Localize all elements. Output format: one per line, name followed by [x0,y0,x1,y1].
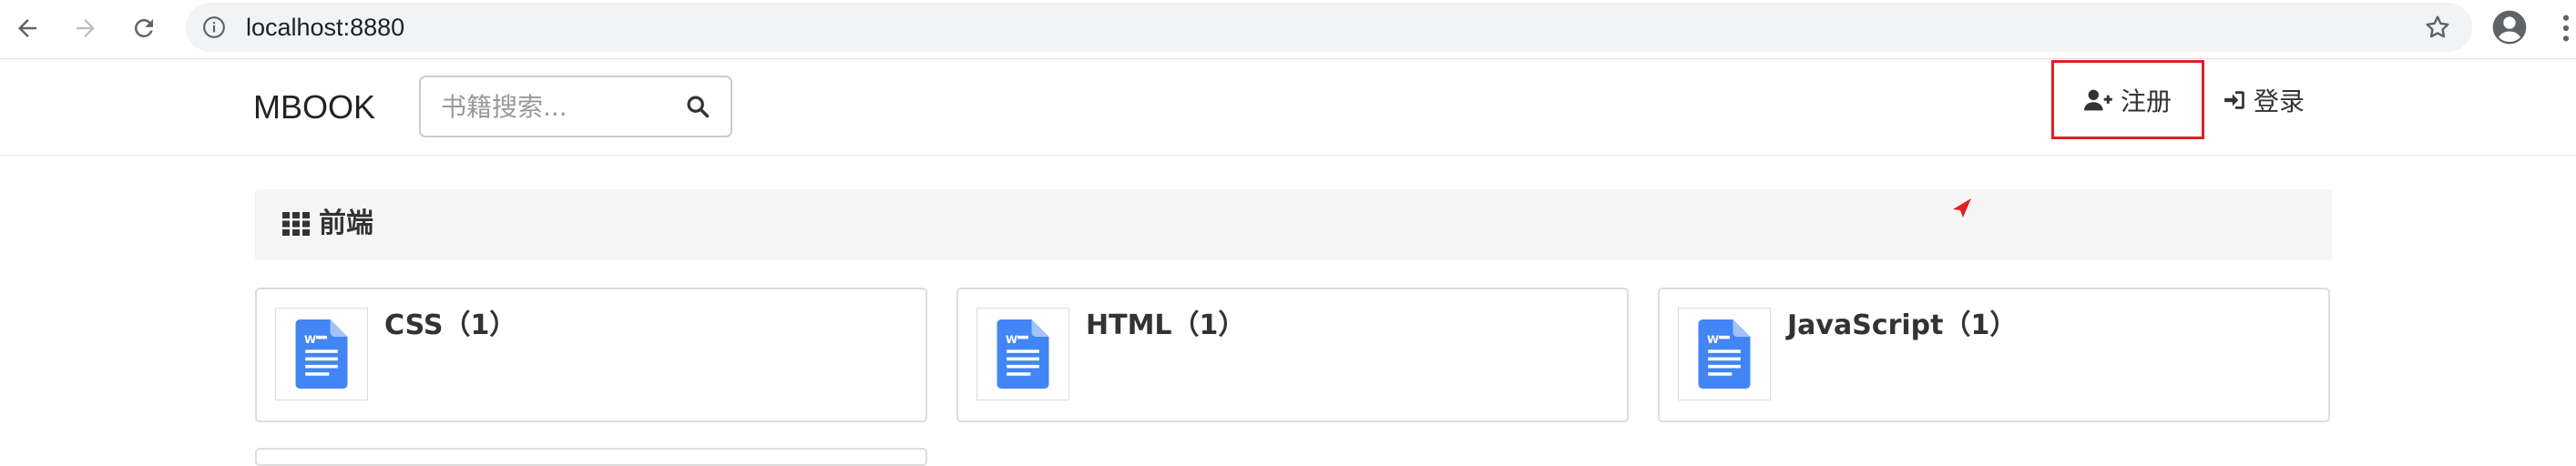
book-thumbnail[interactable]: W [1678,308,1771,400]
arrow-left-icon [18,19,36,37]
book-thumbnail[interactable]: W [275,308,368,400]
search-form [419,76,732,137]
arrow-right-icon [77,19,95,37]
book-card[interactable]: W CSS（1） [255,288,927,422]
account-icon[interactable] [2491,9,2528,46]
site-navbar: MBOOK 注册 登录 [0,60,2576,156]
document-icon: W [295,319,348,389]
book-title[interactable]: HTML（1） [1086,309,1245,342]
browser-toolbar: localhost:8880 [0,0,2576,59]
svg-text:W: W [1707,333,1719,346]
login-button[interactable]: 登录 [2223,60,2305,139]
reload-button[interactable] [126,10,162,46]
login-label: 登录 [2254,86,2305,116]
register-label: 注册 [2120,86,2172,116]
search-input[interactable] [439,88,667,125]
cursor-pointer-icon [1953,198,1971,218]
svg-text:W: W [1006,333,1017,346]
book-thumbnail[interactable]: W [976,308,1069,400]
info-icon[interactable] [202,15,226,39]
sign-in-icon [2224,90,2244,109]
address-bar[interactable]: localhost:8880 [186,3,2472,52]
back-button[interactable] [9,10,46,46]
kebab-icon[interactable] [2560,13,2572,44]
url-text[interactable]: localhost:8880 [246,14,404,41]
user-plus-icon [2083,89,2112,110]
category-title: 前端 [319,208,373,239]
document-icon: W [1698,319,1751,389]
svg-text:W: W [304,333,316,346]
search-icon[interactable] [685,94,710,119]
star-icon[interactable] [2423,13,2452,42]
book-title[interactable]: JavaScript（1） [1787,309,2017,342]
brand-logo[interactable]: MBOOK [253,87,375,127]
book-card[interactable] [255,448,927,466]
grid-icon [282,212,310,236]
book-card[interactable]: W JavaScript（1） [1658,288,2330,422]
forward-button[interactable] [67,10,104,46]
register-button[interactable]: 注册 [2051,60,2204,139]
book-card[interactable]: W HTML（1） [956,288,1629,422]
book-title[interactable]: CSS（1） [384,309,516,342]
category-heading: 前端 [255,189,2332,260]
reload-icon [134,18,153,37]
document-icon: W [997,319,1049,389]
